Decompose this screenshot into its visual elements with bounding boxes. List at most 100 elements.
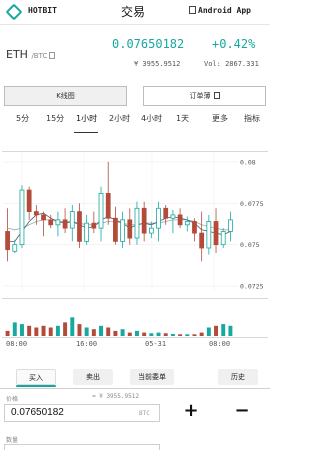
increase-price-button[interactable]: +: [175, 402, 207, 422]
candle-body: [55, 219, 61, 226]
candle-body: [41, 214, 46, 221]
y-tick-label: 0.08: [240, 158, 256, 166]
interval-indicators[interactable]: 指标: [244, 113, 260, 124]
trading-pair[interactable]: ETH /BTC: [6, 48, 56, 61]
interval-bar: 5分 15分 1小时 2小时 4小时 1天 更多 指标: [0, 113, 270, 129]
volume-bar: [99, 325, 104, 336]
volume-bar: [91, 329, 96, 336]
brand-name: HOTBIT: [28, 6, 57, 15]
volume-bar: [12, 322, 17, 336]
volume-chart: [5, 317, 233, 336]
candle-body: [12, 244, 18, 252]
x-tick-label: 08:00: [209, 340, 231, 348]
hotbit-logo-icon: [5, 3, 23, 21]
candle-body: [148, 227, 154, 234]
candle-body: [120, 219, 125, 242]
candle-body: [184, 221, 190, 226]
price-change: +0.42%: [212, 37, 256, 51]
candle-body: [170, 214, 176, 219]
tab-sell[interactable]: 卖出: [73, 369, 113, 385]
volume-bar: [163, 333, 168, 336]
y-tick-label: 0.0775: [240, 200, 264, 208]
decrease-price-button[interactable]: −: [226, 402, 258, 422]
tab-orderbook-label: 订单薄: [189, 92, 211, 100]
tab-kline[interactable]: K线图: [4, 86, 127, 106]
volume-bar: [106, 327, 111, 336]
candle-body: [192, 221, 197, 234]
interval-4h[interactable]: 4小时: [141, 113, 162, 124]
tab-orderbook[interactable]: 订单薄: [143, 86, 266, 106]
volume-bar: [84, 327, 89, 336]
volume-bar: [192, 334, 197, 336]
candle-body: [77, 211, 82, 242]
volume-bar: [228, 325, 233, 336]
volume-bar: [120, 329, 125, 336]
volume-bar: [170, 333, 175, 336]
candle-body: [48, 219, 54, 226]
active-tab-underline: [16, 385, 56, 387]
interval-5m[interactable]: 5分: [16, 113, 29, 124]
candle-body: [69, 211, 75, 229]
volume-bar: [199, 332, 204, 336]
active-interval-underline: [74, 132, 98, 133]
volume-bar: [142, 332, 147, 336]
volume-bar: [127, 332, 132, 336]
candle-body: [213, 221, 219, 246]
trade-tabs: 买入 卖出 当前委单 历史: [0, 365, 270, 389]
volume-bar: [5, 330, 10, 336]
cny-price: ¥ 3955.9512: [134, 60, 181, 68]
app-header: HOTBIT 交易 Android App: [0, 0, 270, 25]
candle-body: [19, 189, 25, 246]
volume-bar: [156, 332, 161, 336]
volume-bar: [41, 325, 46, 336]
price-input[interactable]: 0.07650182: [4, 404, 160, 422]
candle-body: [127, 219, 133, 239]
candlestick-chart[interactable]: 0.08 0.0775 0.075 0.0725: [0, 151, 270, 296]
candle-body: [228, 219, 233, 232]
amount-label: 数量: [6, 437, 19, 444]
candle-body: [33, 211, 39, 216]
pair-base: ETH: [6, 48, 28, 61]
volume-bar: [134, 330, 139, 336]
y-tick-label: 0.075: [240, 241, 260, 249]
reference-price: ≈ ¥ 3955.9512: [92, 393, 139, 400]
volume-bar: [221, 324, 226, 336]
volume-bottom-divider: [2, 337, 268, 338]
orderbook-icon: [213, 92, 220, 99]
candle-body: [156, 207, 161, 229]
candle-body: [220, 231, 226, 246]
interval-2h[interactable]: 2小时: [109, 113, 130, 124]
x-tick-label: 16:00: [76, 340, 98, 348]
volume-bar: [113, 330, 118, 336]
interval-15m[interactable]: 15分: [46, 113, 64, 124]
price-label: 价格: [6, 396, 19, 403]
volume-bar: [19, 324, 24, 336]
interval-1h[interactable]: 1小时: [76, 113, 97, 124]
candle-body: [134, 207, 140, 239]
favorite-icon[interactable]: [49, 52, 56, 59]
tab-open-orders[interactable]: 当前委单: [130, 369, 174, 385]
android-app-label: Android App: [198, 6, 251, 15]
volume-bar: [206, 327, 211, 336]
candle-body: [98, 192, 104, 229]
candle-body: [84, 222, 90, 242]
interval-1d[interactable]: 1天: [176, 113, 189, 124]
volume-bar: [55, 325, 60, 336]
tab-buy[interactable]: 买入: [16, 369, 56, 385]
x-tick-label: 05-31: [145, 340, 167, 348]
tab-history[interactable]: 历史: [218, 369, 258, 385]
volume-bar: [178, 334, 183, 336]
x-tick-label: 08:00: [6, 340, 28, 348]
volume-bar: [77, 324, 82, 336]
candle-body: [163, 207, 169, 219]
last-price: 0.07650182: [112, 37, 185, 51]
android-app-link[interactable]: Android App: [189, 6, 251, 15]
price-unit: BTC: [139, 410, 150, 417]
volume-bar: [34, 327, 39, 336]
volume-bar: [70, 317, 75, 336]
volume-bar: [27, 325, 32, 336]
candle-body: [113, 217, 118, 242]
interval-more[interactable]: 更多: [212, 113, 228, 124]
volume-bar: [63, 322, 68, 336]
amount-input[interactable]: [4, 444, 160, 450]
